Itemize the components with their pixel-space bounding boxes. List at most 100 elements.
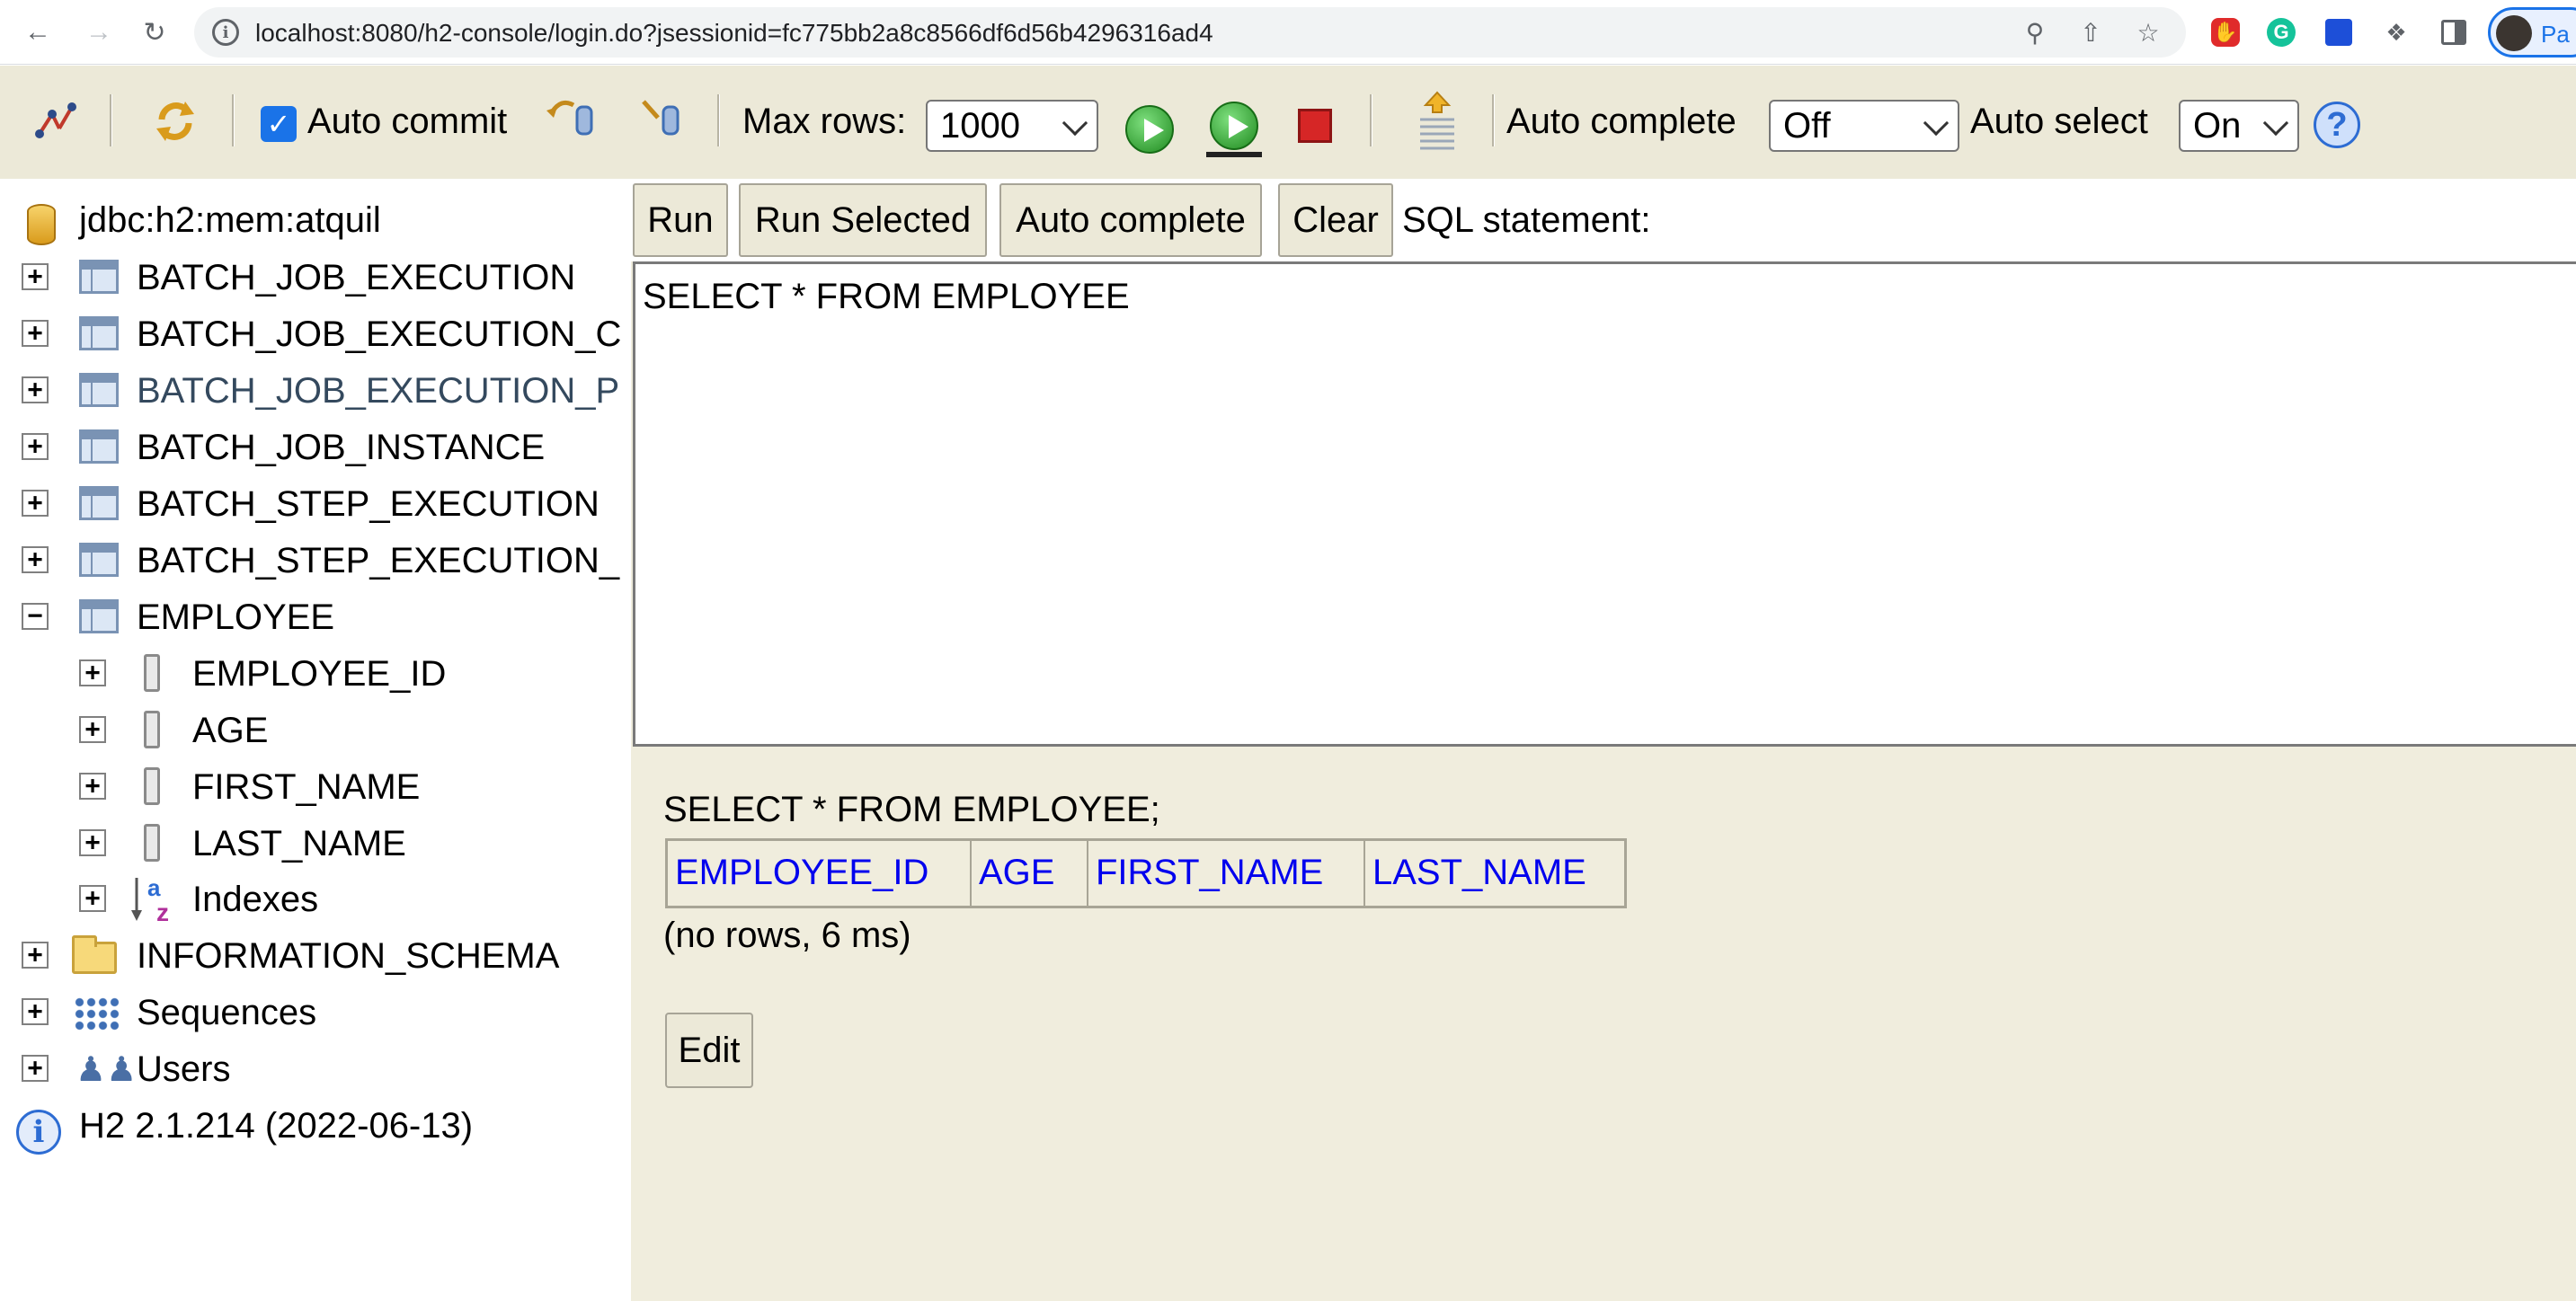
toolbar-separator: [1370, 94, 1372, 146]
expand-icon[interactable]: +: [22, 998, 49, 1025]
table-label[interactable]: EMPLOYEE: [137, 597, 334, 638]
expand-icon[interactable]: +: [22, 320, 49, 347]
result-column-header[interactable]: AGE: [972, 841, 1088, 906]
tree-table-row[interactable]: + BATCH_JOB_EXECUTION_C: [0, 307, 631, 363]
table-label[interactable]: BATCH_STEP_EXECUTION: [137, 484, 600, 525]
expand-icon[interactable]: +: [79, 659, 106, 686]
max-rows-value: 1000: [940, 106, 1020, 146]
site-info-icon[interactable]: i: [212, 19, 239, 46]
clear-button[interactable]: Clear: [1278, 183, 1393, 257]
sequences-icon: [74, 996, 120, 1032]
expand-icon[interactable]: +: [79, 885, 106, 912]
edit-button[interactable]: Edit: [665, 1013, 753, 1088]
tree-column-row[interactable]: + EMPLOYEE_ID: [0, 647, 631, 703]
table-label[interactable]: BATCH_STEP_EXECUTION_: [137, 541, 619, 581]
adblock-extension-icon[interactable]: ✋: [2207, 14, 2243, 50]
version-label: H2 2.1.214 (2022-06-13): [79, 1106, 474, 1146]
expand-icon[interactable]: +: [22, 490, 49, 517]
grammarly-extension-icon[interactable]: G: [2263, 14, 2299, 50]
tree-column-row[interactable]: + LAST_NAME: [0, 817, 631, 872]
tree-table-row[interactable]: + BATCH_JOB_EXECUTION_P: [0, 364, 631, 420]
expand-icon[interactable]: +: [22, 1055, 49, 1082]
disconnect-icon[interactable]: [32, 98, 79, 145]
users-label[interactable]: Users: [137, 1049, 230, 1090]
bookmark-star-icon[interactable]: ☆: [2132, 16, 2164, 49]
column-label[interactable]: AGE: [192, 711, 268, 751]
run-selected-play-icon[interactable]: [1206, 102, 1262, 161]
sequences-label[interactable]: Sequences: [137, 993, 316, 1033]
result-column-header[interactable]: FIRST_NAME: [1088, 841, 1365, 906]
expand-icon[interactable]: +: [22, 546, 49, 573]
indexes-label[interactable]: Indexes: [192, 880, 318, 920]
schema-label[interactable]: INFORMATION_SCHEMA: [137, 936, 559, 977]
run-selected-button[interactable]: Run Selected: [739, 183, 987, 257]
table-label[interactable]: BATCH_JOB_EXECUTION_C: [137, 314, 621, 355]
history-icon[interactable]: [1413, 91, 1461, 152]
max-rows-select[interactable]: 1000: [926, 100, 1098, 152]
schema-tree: jdbc:h2:mem:atquil + BATCH_JOB_EXECUTION…: [0, 179, 631, 1301]
auto-complete-label: Auto complete: [1506, 102, 1737, 141]
column-label[interactable]: EMPLOYEE_ID: [192, 654, 446, 695]
auto-complete-button[interactable]: Auto complete: [999, 183, 1262, 257]
run-button[interactable]: Run: [633, 183, 728, 257]
auto-select-select[interactable]: On: [2179, 100, 2299, 152]
tree-table-row[interactable]: + BATCH_JOB_EXECUTION: [0, 251, 631, 306]
tree-table-row[interactable]: + BATCH_STEP_EXECUTION_: [0, 534, 631, 589]
tree-column-row[interactable]: + AGE: [0, 704, 631, 759]
address-bar[interactable]: i localhost:8080/h2-console/login.do?jse…: [194, 7, 2186, 58]
toolbar-separator: [232, 94, 235, 146]
zoom-icon[interactable]: ⚲: [2019, 16, 2051, 49]
tree-schema-row[interactable]: + INFORMATION_SCHEMA: [0, 929, 631, 985]
table-label[interactable]: BATCH_JOB_EXECUTION: [137, 258, 575, 298]
result-column-header[interactable]: LAST_NAME: [1365, 841, 1624, 906]
share-icon[interactable]: ⇧: [2074, 16, 2107, 49]
refresh-icon[interactable]: [149, 94, 201, 146]
connection-label[interactable]: jdbc:h2:mem:atquil: [79, 200, 381, 241]
column-label[interactable]: LAST_NAME: [192, 824, 406, 864]
toolbar-separator: [110, 94, 112, 146]
toolbar-separator: [717, 94, 720, 146]
tree-indexes-row[interactable]: + a z Indexes: [0, 872, 631, 928]
column-label[interactable]: FIRST_NAME: [192, 767, 420, 808]
expand-icon[interactable]: +: [22, 942, 49, 969]
url-text[interactable]: localhost:8080/h2-console/login.do?jsess…: [255, 19, 1213, 48]
expand-icon[interactable]: +: [79, 829, 106, 856]
rollback-icon[interactable]: [543, 93, 599, 143]
h2-toolbar: ✓ Auto commit Max rows: 1000 Auto comple…: [0, 66, 2576, 179]
auto-complete-select[interactable]: Off: [1769, 100, 1959, 152]
expand-icon[interactable]: +: [22, 263, 49, 290]
tree-table-row[interactable]: − EMPLOYEE: [0, 590, 631, 646]
profile-button[interactable]: Pa: [2488, 7, 2576, 58]
result-table: EMPLOYEE_ID AGE FIRST_NAME LAST_NAME: [665, 838, 1627, 908]
help-icon[interactable]: ?: [2314, 102, 2360, 148]
expand-icon[interactable]: +: [79, 773, 106, 800]
tree-column-row[interactable]: + FIRST_NAME: [0, 760, 631, 816]
auto-commit-checkbox[interactable]: ✓: [261, 106, 297, 142]
expand-icon[interactable]: +: [22, 376, 49, 403]
table-icon: [79, 373, 119, 407]
expand-icon[interactable]: +: [79, 716, 106, 743]
stop-icon[interactable]: [1298, 109, 1332, 143]
tree-users-row[interactable]: + ♟♟ Users: [0, 1042, 631, 1098]
table-icon: [79, 429, 119, 464]
side-panel-icon[interactable]: [2436, 14, 2472, 50]
commit-icon[interactable]: [638, 93, 687, 143]
expand-icon[interactable]: +: [22, 433, 49, 460]
back-icon[interactable]: ←: [18, 13, 58, 52]
forward-icon[interactable]: →: [79, 13, 119, 52]
auto-select-value: On: [2193, 106, 2242, 146]
reload-icon[interactable]: ↻: [135, 13, 174, 52]
tree-table-row[interactable]: + BATCH_JOB_INSTANCE: [0, 420, 631, 476]
extensions-puzzle-icon[interactable]: ❖: [2378, 14, 2414, 50]
result-column-header[interactable]: EMPLOYEE_ID: [668, 841, 972, 906]
chevron-down-icon: [2262, 110, 2289, 137]
run-play-icon[interactable]: [1125, 105, 1174, 154]
table-label[interactable]: BATCH_JOB_INSTANCE: [137, 428, 545, 468]
tree-table-row[interactable]: + BATCH_STEP_EXECUTION: [0, 477, 631, 533]
table-label[interactable]: BATCH_JOB_EXECUTION_P: [137, 371, 619, 412]
collapse-icon[interactable]: −: [22, 603, 49, 630]
tree-sequences-row[interactable]: + Sequences: [0, 986, 631, 1041]
sql-editor[interactable]: SELECT * FROM EMPLOYEE: [633, 261, 2576, 747]
table-icon: [79, 316, 119, 350]
extension-icon[interactable]: [2321, 14, 2357, 50]
